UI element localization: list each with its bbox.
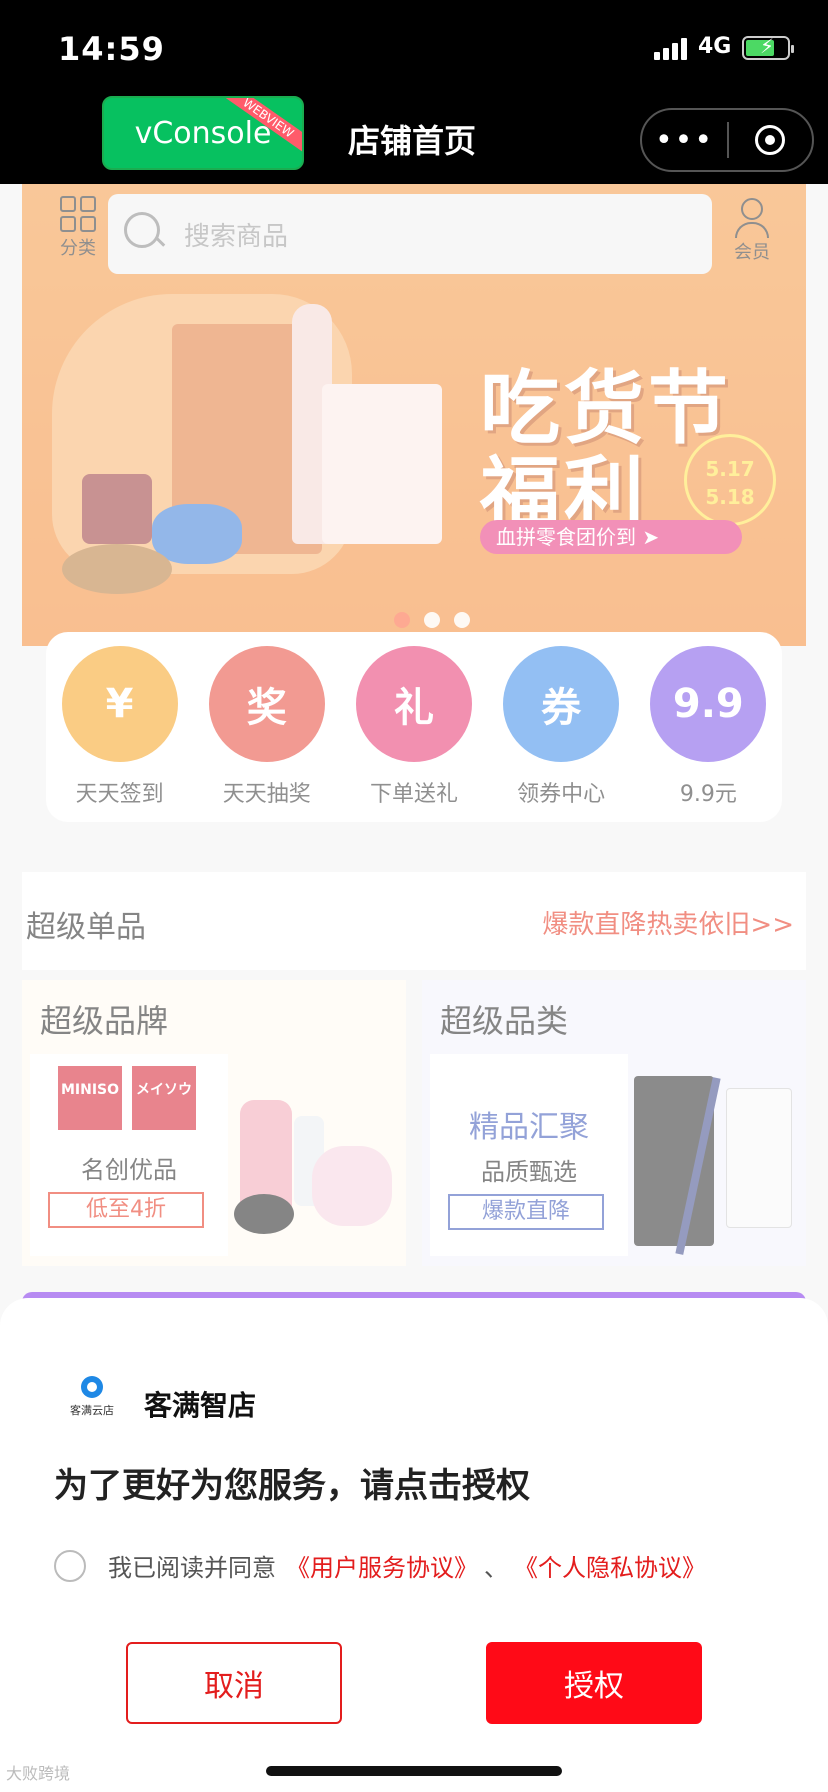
close-miniprogram-button[interactable] xyxy=(729,125,812,155)
agree-text: 我已阅读并同意 xyxy=(108,1554,276,1582)
agree-checkbox[interactable] xyxy=(54,1549,86,1582)
watermark: 大败跨境 xyxy=(6,1764,71,1783)
authorization-sheet: 客满云店 客满智店 为了更好为您服务，请点击授权 我已阅读并同意 《用户服务协议… xyxy=(0,1298,828,1792)
network-type: 4G xyxy=(698,34,732,59)
vconsole-button[interactable]: vConsole WEBVIEW xyxy=(102,96,304,170)
target-icon xyxy=(755,125,786,155)
app-logo: 客满云店 xyxy=(64,1376,120,1426)
status-time: 14:59 xyxy=(58,30,165,68)
status-bar: 14:59 4G ⚡ xyxy=(0,0,828,92)
privacy-agreement-link[interactable]: 《个人隐私协议》 xyxy=(514,1548,706,1583)
signal-icon xyxy=(654,36,690,60)
battery-icon: ⚡ xyxy=(742,34,794,60)
agreement-row: 我已阅读并同意 《用户服务协议》 、 《个人隐私协议》 xyxy=(54,1548,706,1583)
more-icon[interactable]: ••• xyxy=(642,123,727,158)
agreement-separator: 、 xyxy=(484,1554,508,1582)
logo-icon xyxy=(81,1376,103,1398)
logo-text: 客满云店 xyxy=(70,1404,114,1417)
app-name: 客满智店 xyxy=(144,1389,257,1422)
home-indicator[interactable] xyxy=(266,1766,562,1776)
miniprogram-capsule: ••• xyxy=(640,108,814,172)
user-agreement-link[interactable]: 《用户服务协议》 xyxy=(286,1548,478,1583)
page-title: 店铺首页 xyxy=(348,122,477,160)
authorize-button[interactable]: 授权 xyxy=(486,1642,702,1724)
cancel-button[interactable]: 取消 xyxy=(126,1642,342,1724)
vconsole-label: vConsole xyxy=(134,115,272,151)
sheet-title: 为了更好为您服务，请点击授权 xyxy=(54,1466,530,1506)
nav-bar: vConsole WEBVIEW 店铺首页 ••• xyxy=(0,92,828,184)
